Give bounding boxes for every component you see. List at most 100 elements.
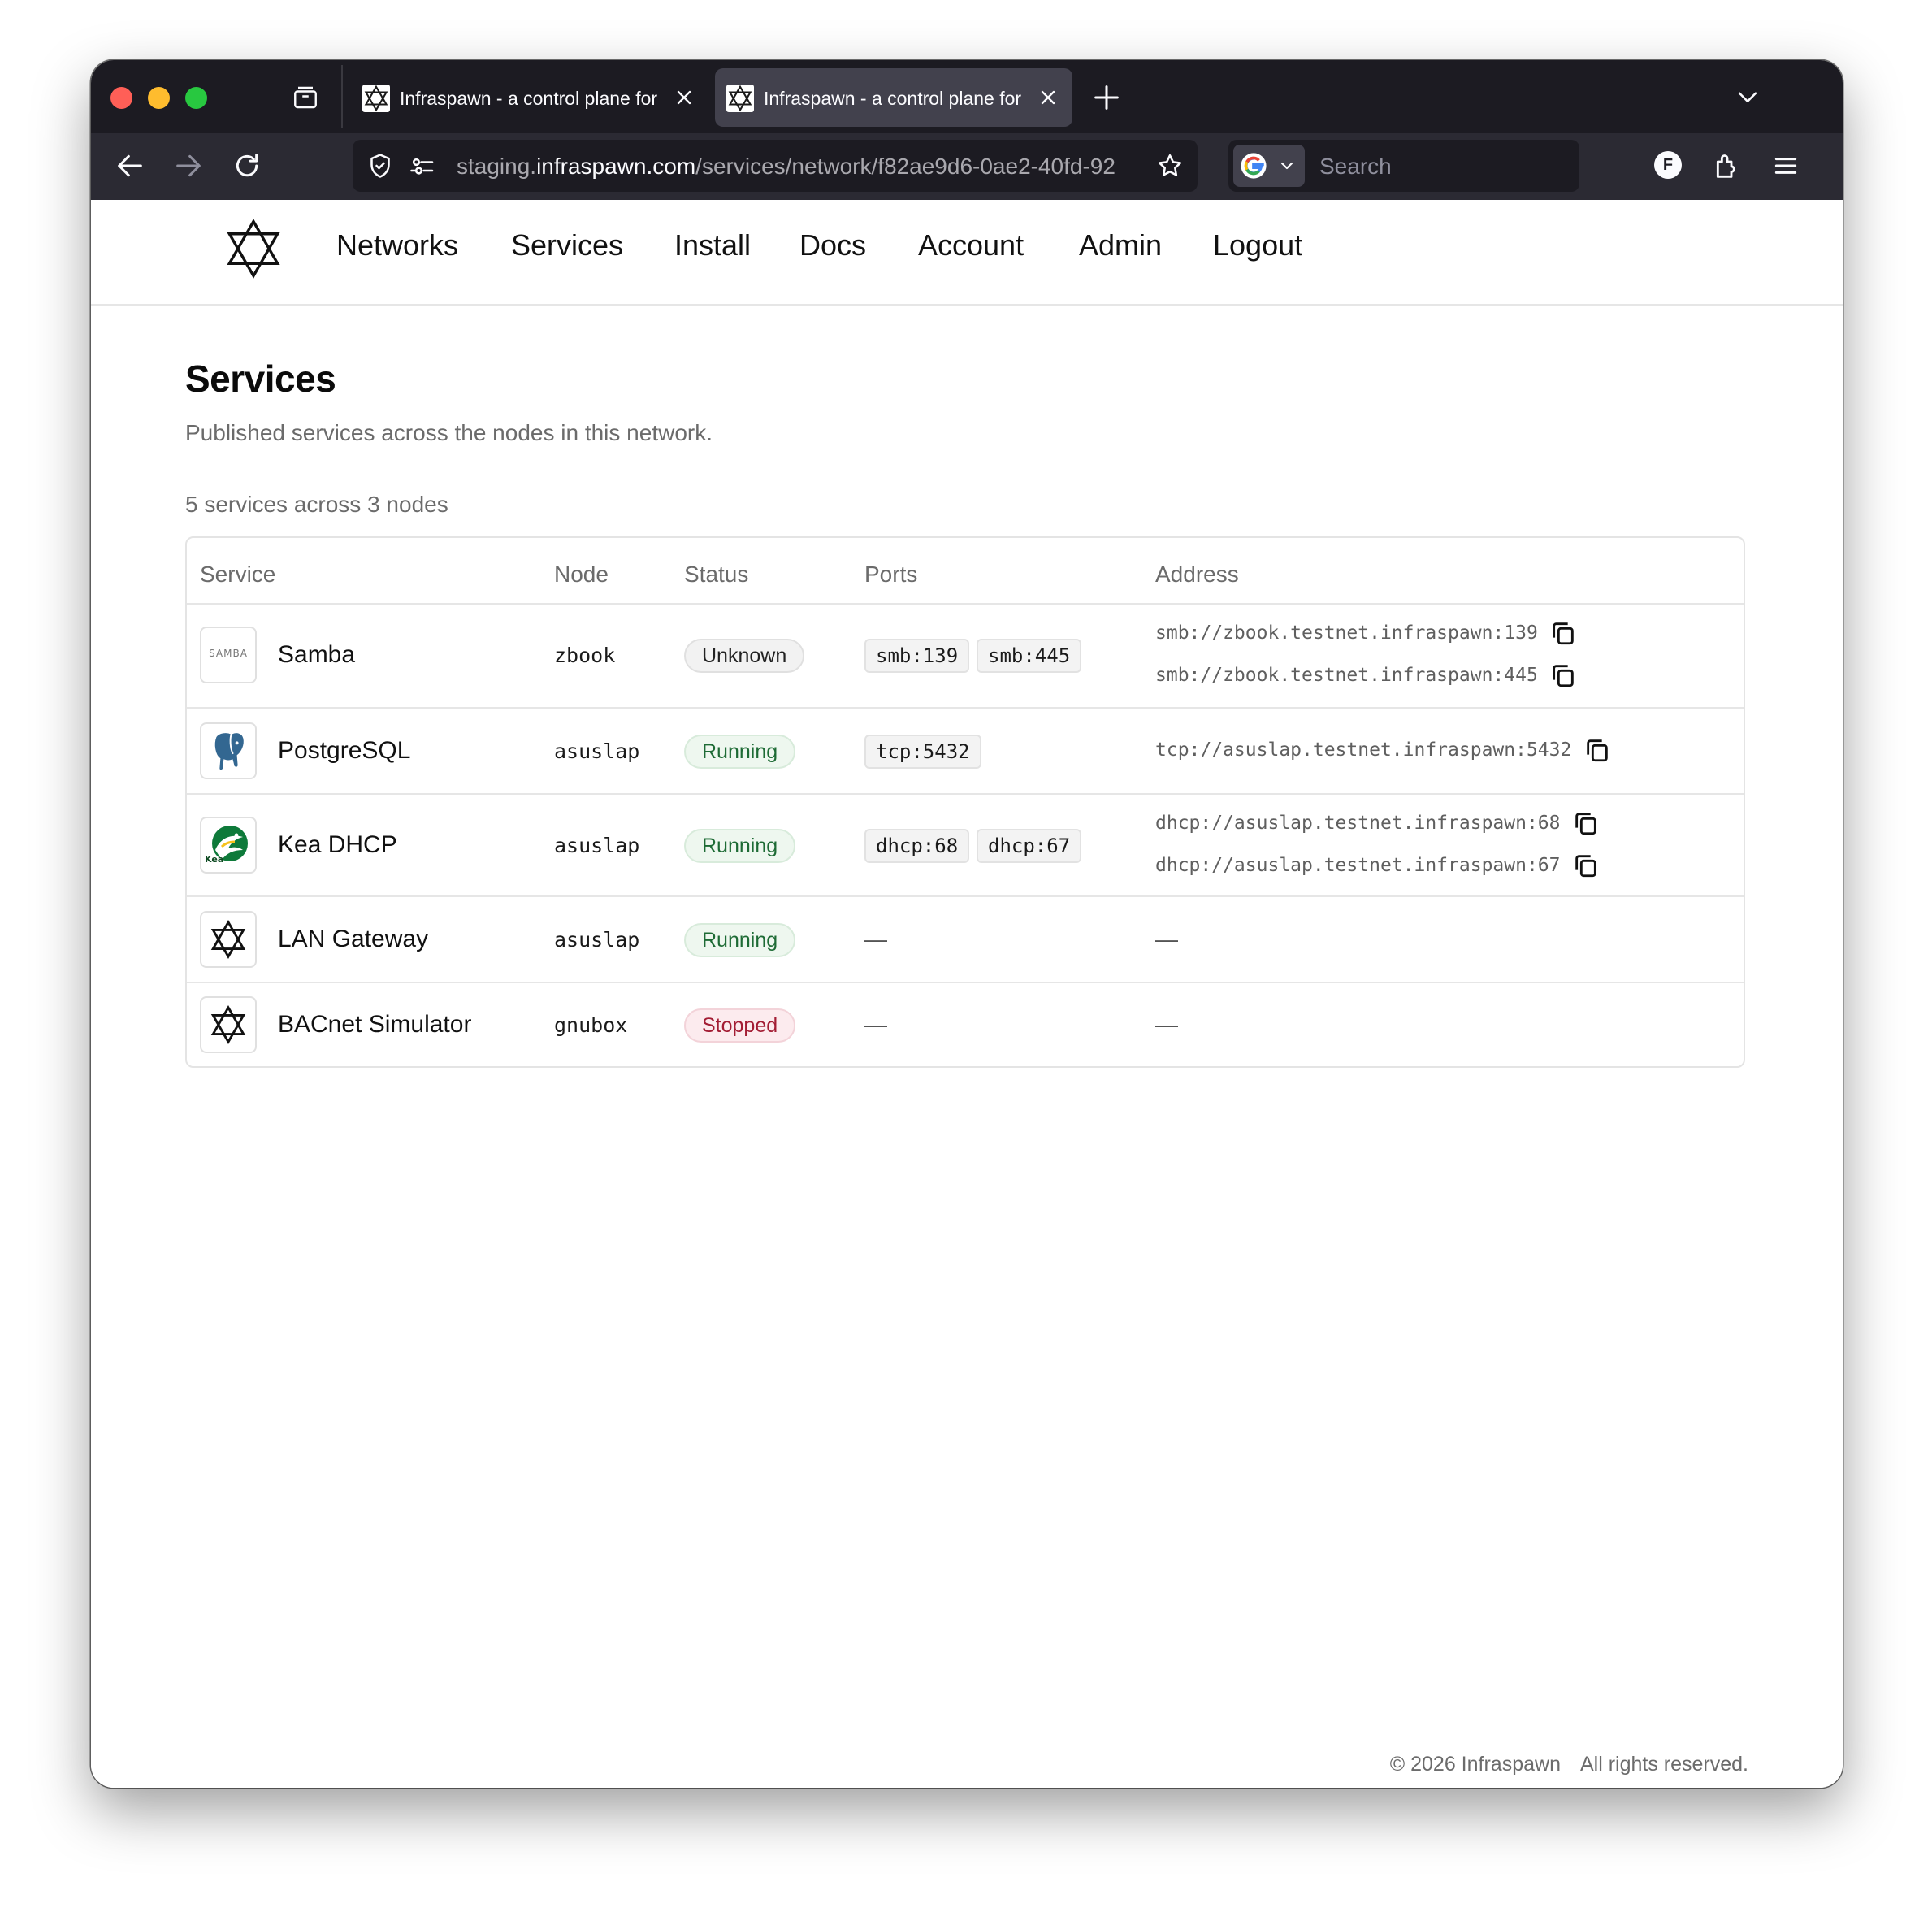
status-badge: Stopped — [684, 1008, 796, 1043]
status-badge: Running — [684, 735, 796, 769]
address-entry: tcp://asuslap.testnet.infraspawn:5432 — [1155, 736, 1611, 764]
nav-services-link[interactable]: Services — [511, 228, 623, 263]
footer-rights: All rights reserved. — [1579, 1753, 1748, 1776]
port-chip: dhcp:67 — [977, 829, 1082, 863]
address-empty: — — [1155, 1012, 1178, 1037]
service-name[interactable]: PostgreSQL — [278, 736, 410, 765]
column-header-node: Node — [554, 562, 609, 587]
column-header-address: Address — [1155, 562, 1239, 587]
page-title: Services — [185, 358, 336, 400]
tab-overview-icon[interactable] — [291, 83, 320, 112]
browser-toolbar: staging.infraspawn.com/services/network/… — [91, 133, 1843, 200]
ports-empty: — — [864, 926, 887, 952]
url-text[interactable]: staging.infraspawn.com/services/network/… — [457, 154, 1155, 179]
url-host: infraspawn.com — [536, 154, 696, 179]
kea-logo-text: Kea — [205, 854, 224, 865]
search-placeholder: Search — [1319, 154, 1392, 179]
node-name: zbook — [554, 644, 616, 667]
service-name[interactable]: BACnet Simulator — [278, 1010, 471, 1039]
back-arrow-icon[interactable] — [114, 150, 146, 182]
table-row[interactable]: LAN Gateway asuslap Running — — — [187, 895, 1744, 982]
page-subtitle: Published services across the nodes in t… — [185, 420, 713, 445]
port-chip: dhcp:68 — [864, 829, 970, 863]
status-badge: Running — [684, 829, 796, 863]
account-avatar[interactable]: F — [1654, 151, 1682, 179]
infraspawn-favicon-icon — [726, 85, 754, 112]
site-permissions-icon[interactable] — [408, 151, 437, 180]
address-entry: smb://zbook.testnet.infraspawn:445 — [1155, 661, 1577, 689]
copy-icon[interactable] — [1549, 619, 1577, 647]
status-badge: Unknown — [684, 639, 805, 673]
node-name: asuslap — [554, 739, 640, 763]
ports-empty: — — [864, 1012, 887, 1037]
address-text[interactable]: dhcp://asuslap.testnet.infraspawn:67 — [1155, 853, 1561, 878]
table-row[interactable]: BACnet Simulator gnubox Stopped — — — [187, 982, 1744, 1066]
tab-separator — [341, 65, 343, 128]
service-name[interactable]: Samba — [278, 640, 355, 670]
tab-title: Infraspawn - a control plane for — [400, 88, 658, 109]
port-chip: smb:139 — [864, 639, 970, 673]
chevron-down-icon — [1280, 162, 1293, 170]
tab-1[interactable]: Infraspawn - a control plane for — [351, 68, 708, 127]
nav-networks-link[interactable]: Networks — [336, 228, 458, 263]
hamburger-menu-icon[interactable] — [1770, 150, 1802, 182]
column-header-service: Service — [200, 562, 276, 587]
address-text[interactable]: smb://zbook.testnet.infraspawn:139 — [1155, 621, 1538, 645]
nav-logout-link[interactable]: Logout — [1213, 228, 1302, 263]
address-text[interactable]: tcp://asuslap.testnet.infraspawn:5432 — [1155, 738, 1571, 762]
nav-admin-link[interactable]: Admin — [1079, 228, 1162, 263]
copy-icon[interactable] — [1572, 852, 1600, 879]
tab-title: Infraspawn - a control plane for — [764, 88, 1022, 109]
infraspawn-star-icon — [200, 996, 257, 1053]
page-footer: © 2026 Infraspawn All rights reserved. — [1390, 1752, 1748, 1776]
minimize-window-button[interactable] — [148, 87, 170, 109]
tab-2-active[interactable]: Infraspawn - a control plane for — [715, 68, 1072, 127]
tab-list-chevron-down-icon[interactable] — [1734, 83, 1761, 111]
address-entry: dhcp://asuslap.testnet.infraspawn:68 — [1155, 809, 1600, 837]
page-content: Networks Services Install Docs Account A… — [91, 200, 1843, 1788]
search-bar[interactable]: Search — [1228, 140, 1579, 192]
service-name[interactable]: Kea DHCP — [278, 830, 397, 860]
address-text[interactable]: smb://zbook.testnet.infraspawn:445 — [1155, 663, 1538, 687]
kea-bird-icon: Kea — [200, 817, 257, 874]
table-row[interactable]: PostgreSQL asuslap Running tcp:5432 tcp:… — [187, 707, 1744, 793]
reload-icon[interactable] — [231, 150, 263, 182]
infraspawn-star-icon[interactable] — [223, 218, 284, 280]
close-tab-icon[interactable] — [673, 86, 695, 109]
address-text[interactable]: dhcp://asuslap.testnet.infraspawn:68 — [1155, 811, 1561, 835]
url-bar[interactable]: staging.infraspawn.com/services/network/… — [353, 140, 1198, 192]
url-prefix: staging. — [457, 154, 537, 179]
nav-docs-link[interactable]: Docs — [799, 228, 866, 263]
address-entry: smb://zbook.testnet.infraspawn:139 — [1155, 619, 1577, 647]
column-header-status: Status — [684, 562, 749, 587]
table-row[interactable]: Kea Kea DHCP asuslap Running dhcp:68 dhc… — [187, 793, 1744, 895]
tracking-protection-shield-icon[interactable] — [366, 151, 395, 180]
copy-icon[interactable] — [1583, 736, 1611, 764]
google-g-icon — [1241, 153, 1267, 179]
node-name: asuslap — [554, 834, 640, 857]
search-engine-selector[interactable] — [1233, 145, 1305, 187]
copy-icon[interactable] — [1572, 809, 1600, 837]
port-chip: smb:445 — [977, 639, 1082, 673]
close-tab-icon[interactable] — [1037, 86, 1059, 109]
status-badge: Running — [684, 923, 796, 957]
services-table: Service Node Status Ports Address SAMBA … — [185, 536, 1745, 1068]
footer-copyright: © 2026 Infraspawn — [1389, 1753, 1561, 1776]
service-name[interactable]: LAN Gateway — [278, 925, 428, 954]
column-header-ports: Ports — [864, 562, 918, 587]
zoom-window-button[interactable] — [185, 87, 207, 109]
extensions-puzzle-icon[interactable] — [1711, 150, 1744, 182]
port-chip: tcp:5432 — [864, 735, 981, 769]
nav-account-link[interactable]: Account — [918, 228, 1024, 263]
samba-logo-icon: SAMBA — [200, 627, 257, 683]
tab-strip: Infraspawn - a control plane for Infrasp… — [91, 60, 1843, 133]
bookmark-star-icon[interactable] — [1155, 151, 1185, 180]
table-row[interactable]: SAMBA Samba zbook Unknown smb:139 smb:44… — [187, 603, 1744, 707]
close-window-button[interactable] — [110, 87, 132, 109]
copy-icon[interactable] — [1549, 661, 1577, 689]
services-summary: 5 services across 3 nodes — [185, 492, 448, 517]
forward-arrow-icon[interactable] — [172, 150, 205, 182]
nav-install-link[interactable]: Install — [674, 228, 751, 263]
url-path: /services/network/f82ae9d6-0ae2-40fd-92 — [695, 154, 1115, 179]
new-tab-plus-icon[interactable] — [1090, 81, 1123, 114]
